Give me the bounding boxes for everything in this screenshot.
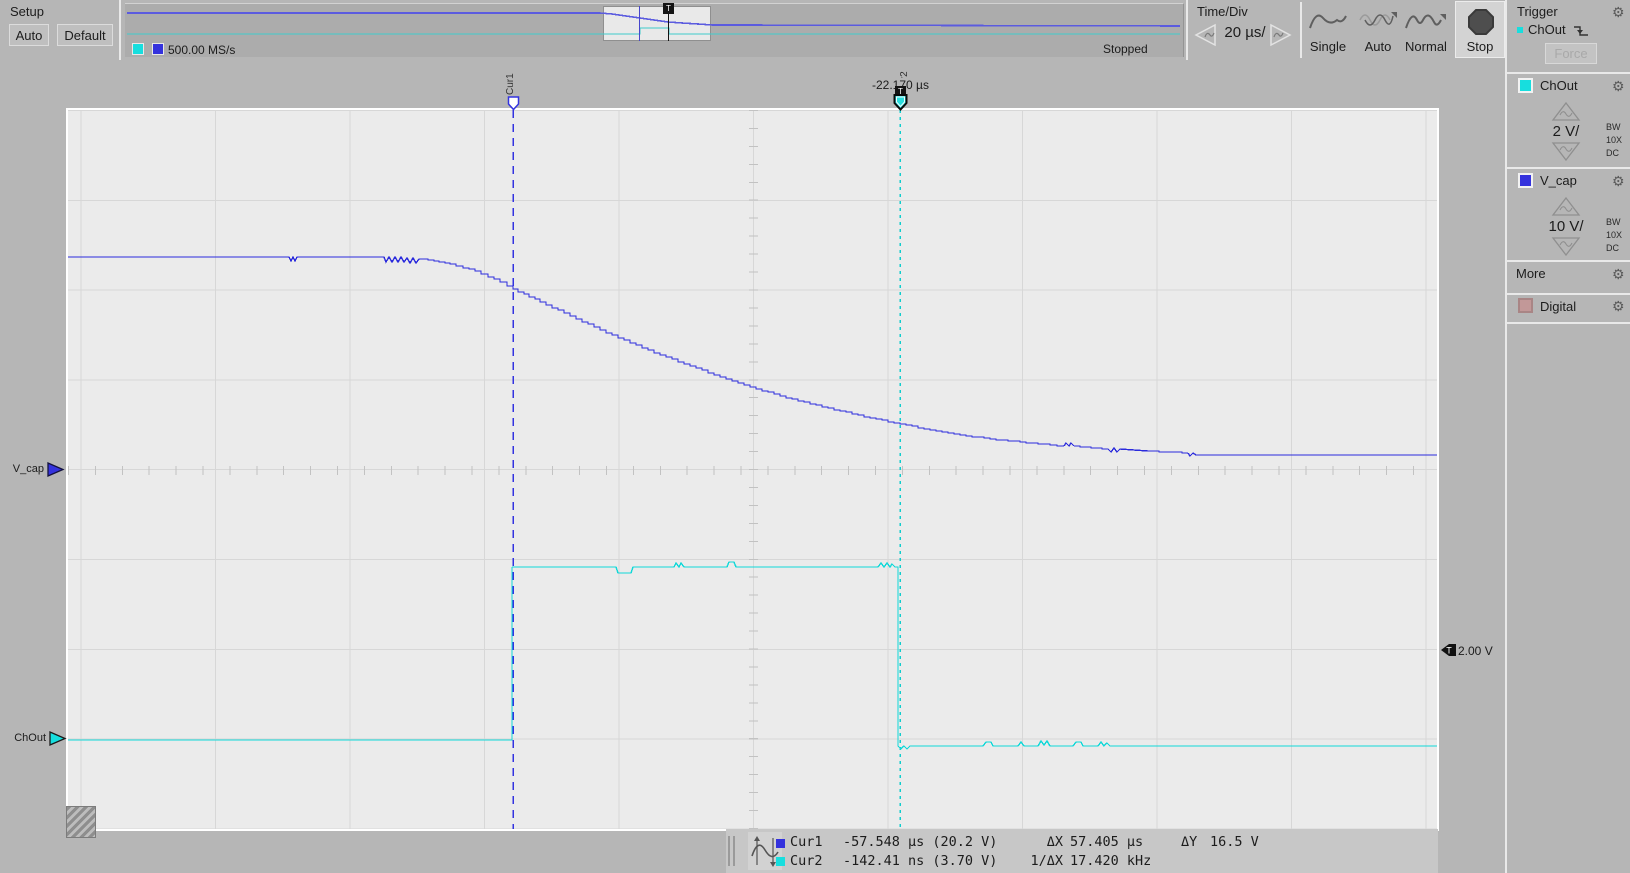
chout-bw-badge: BW [1606, 122, 1621, 132]
default-setup-button[interactable]: Default [57, 24, 113, 46]
trigger-settings-gear-icon[interactable]: ⚙ [1612, 5, 1625, 19]
cursor1-name-label: Cur1 [505, 73, 516, 95]
svg-text:T: T [1446, 646, 1452, 656]
chout-scale-down-arrow[interactable] [1551, 141, 1581, 162]
vcap-enable-checkbox[interactable] [1518, 173, 1533, 188]
sample-rate-label: 500.00 MS/s [168, 43, 235, 57]
acquisition-status: Stopped [1103, 42, 1148, 56]
setup-section-label: Setup [10, 4, 44, 19]
trigger-source-label[interactable]: ChOut [1528, 22, 1566, 37]
digital-settings-gear-icon[interactable]: ⚙ [1612, 299, 1625, 313]
dx-value: 57.405 µs [1070, 834, 1143, 850]
normal-trigger-icon [1404, 8, 1448, 32]
overview-trigger-flag[interactable]: T [663, 3, 674, 14]
chout-channel-label[interactable]: ChOut [1540, 78, 1578, 93]
chout-scale-value[interactable]: 2 V/ [1541, 123, 1591, 140]
dy-value: 16.5 V [1210, 834, 1259, 850]
timediv-decrease-arrow[interactable] [1192, 22, 1218, 48]
timediv-label: Time/Div [1197, 4, 1248, 19]
panel-separator [1505, 293, 1630, 295]
drag-handle[interactable] [733, 836, 735, 866]
auto-trigger-icon [1357, 8, 1399, 32]
inv-dx-label: 1/ΔX [1021, 853, 1063, 869]
vcap-color-swatch [152, 43, 164, 55]
chout-scale-up-arrow[interactable] [1551, 101, 1581, 122]
chout-settings-gear-icon[interactable]: ⚙ [1612, 79, 1625, 93]
cur1-color-swatch [776, 839, 785, 848]
vcap-scale-up-arrow[interactable] [1551, 196, 1581, 217]
vcap-ground-marker[interactable] [46, 461, 66, 478]
channel-box-chout: ChOut ⚙ 2 V/ BW 10X DC [1505, 75, 1630, 165]
cur2-color-swatch [776, 857, 785, 866]
toolbar-separator [119, 0, 121, 60]
vcap-dc-badge: DC [1606, 243, 1619, 253]
dy-label: ΔY [1181, 834, 1197, 850]
auto-trigger-button[interactable]: Auto [1354, 4, 1402, 58]
trigger-panel-title: Trigger [1517, 4, 1558, 19]
oscilloscope-app: Setup Auto Default T 500.00 MS/s Stopped… [0, 0, 1630, 873]
cur1-name: Cur1 [790, 834, 823, 850]
more-settings-gear-icon[interactable]: ⚙ [1612, 267, 1625, 281]
channel-box-vcap: V_cap ⚙ 10 V/ BW 10X DC [1505, 170, 1630, 260]
force-trigger-button[interactable]: Force [1545, 43, 1597, 64]
cursor-measurement-bar: Cur1 -57.548 µs (20.2 V) ΔX 57.405 µs ΔY… [726, 829, 1438, 873]
cur2-name: Cur2 [790, 853, 823, 869]
panel-separator [1505, 72, 1630, 74]
overview-viewport-box[interactable] [603, 6, 711, 41]
chout-dc-badge: DC [1606, 148, 1619, 158]
chout-ground-marker[interactable] [48, 730, 68, 747]
inv-dx-value: 17.420 kHz [1070, 853, 1151, 869]
chout-10x-badge: 10X [1606, 135, 1622, 145]
vcap-scale-down-arrow[interactable] [1551, 236, 1581, 257]
cur1-value: -57.548 µs (20.2 V) [843, 834, 997, 850]
chout-ground-label: ChOut [2, 732, 46, 744]
panel-separator [1505, 322, 1630, 324]
overview-cursor-line [639, 6, 640, 41]
trigger-source-bullet [1517, 27, 1523, 33]
digital-enable-checkbox[interactable] [1518, 298, 1533, 313]
normal-trigger-button[interactable]: Normal [1402, 4, 1450, 58]
vcap-10x-badge: 10X [1606, 230, 1622, 240]
trigger-level-flag[interactable]: T [1440, 643, 1457, 657]
acquisition-overview-strip[interactable]: T 500.00 MS/s Stopped [125, 3, 1184, 57]
horizontal-scroll-grip[interactable] [66, 806, 96, 838]
more-channels-item[interactable]: More [1516, 266, 1546, 281]
panel-separator [1505, 167, 1630, 169]
timediv-value[interactable]: 20 µs/ [1222, 24, 1268, 41]
trigger-level-label: 2.00 V [1458, 644, 1493, 658]
center-horizontal-axis-ticks [68, 466, 1437, 475]
dx-label: ΔX [1021, 834, 1063, 850]
cursor1-flag[interactable] [507, 96, 520, 111]
vcap-settings-gear-icon[interactable]: ⚙ [1612, 174, 1625, 188]
chout-enable-checkbox[interactable] [1518, 78, 1533, 93]
vcap-scale-value[interactable]: 10 V/ [1541, 218, 1591, 235]
vcap-channel-label[interactable]: V_cap [1540, 173, 1577, 188]
timediv-increase-arrow[interactable] [1268, 22, 1294, 48]
single-button[interactable]: Single [1304, 4, 1352, 58]
single-icon [1307, 8, 1349, 32]
vcap-bw-badge: BW [1606, 217, 1621, 227]
cursor2-flag[interactable] [893, 94, 908, 111]
stop-button[interactable]: Stop [1455, 1, 1505, 58]
drag-handle[interactable] [728, 836, 730, 866]
stop-icon [1466, 7, 1496, 37]
cur2-value: -142.41 ns (3.70 V) [843, 853, 997, 869]
toolbar-separator [1300, 2, 1302, 58]
chout-color-swatch [132, 43, 144, 55]
panel-separator [1505, 260, 1630, 262]
auto-setup-button[interactable]: Auto [9, 24, 49, 46]
toolbar-separator [1186, 0, 1188, 60]
digital-channel-label[interactable]: Digital [1540, 299, 1576, 314]
vcap-ground-label: V_cap [2, 463, 44, 475]
falling-edge-icon [1572, 24, 1590, 38]
overview-trigger-line [668, 13, 669, 41]
